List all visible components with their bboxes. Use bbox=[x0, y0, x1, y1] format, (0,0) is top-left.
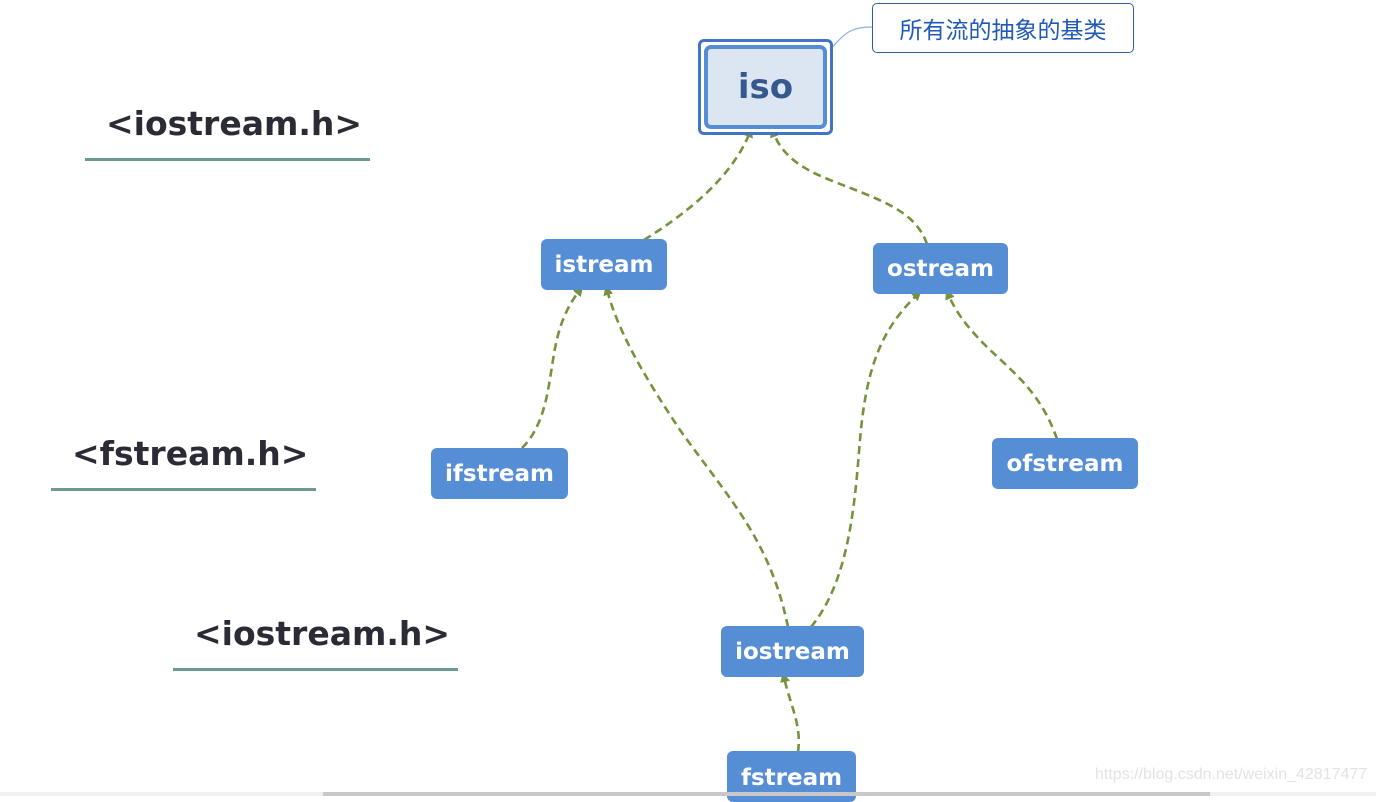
inheritance-diagram: <iostream.h> <fstream.h> <iostream.h> is… bbox=[0, 0, 1376, 802]
header-iostream-bottom: <iostream.h> bbox=[194, 614, 451, 653]
node-ostream[interactable]: ostream bbox=[873, 243, 1008, 294]
header-iostream-top: <iostream.h> bbox=[106, 104, 363, 143]
header-underline-iostream-bottom bbox=[173, 668, 458, 671]
watermark: https://blog.csdn.net/weixin_42817477 bbox=[1095, 766, 1368, 783]
edge-istream-to-iso bbox=[643, 127, 753, 242]
horizontal-scrollbar[interactable] bbox=[0, 792, 1376, 796]
node-iso[interactable]: iso bbox=[698, 39, 833, 135]
edge-fstream-to-iostream bbox=[780, 672, 801, 753]
node-iso-label: iso bbox=[704, 45, 827, 129]
edge-iostream-to-ostream bbox=[809, 290, 922, 628]
edge-iostream-to-istream bbox=[603, 285, 790, 628]
edge-ostream-to-iso bbox=[770, 127, 929, 245]
header-fstream: <fstream.h> bbox=[72, 434, 309, 473]
callout-connector bbox=[829, 26, 873, 51]
header-underline-fstream bbox=[51, 488, 316, 491]
node-ofstream[interactable]: ofstream bbox=[992, 438, 1138, 489]
node-iostream[interactable]: iostream bbox=[721, 626, 864, 677]
edge-ofstream-to-ostream bbox=[945, 289, 1059, 440]
callout-iso-description[interactable]: 所有流的抽象的基类 bbox=[872, 3, 1134, 53]
header-underline-iostream-top bbox=[85, 158, 370, 161]
scrollbar-thumb[interactable] bbox=[323, 792, 1210, 796]
node-istream[interactable]: istream bbox=[541, 239, 667, 290]
node-ifstream[interactable]: ifstream bbox=[431, 448, 568, 499]
edge-ifstream-to-istream bbox=[521, 286, 584, 449]
